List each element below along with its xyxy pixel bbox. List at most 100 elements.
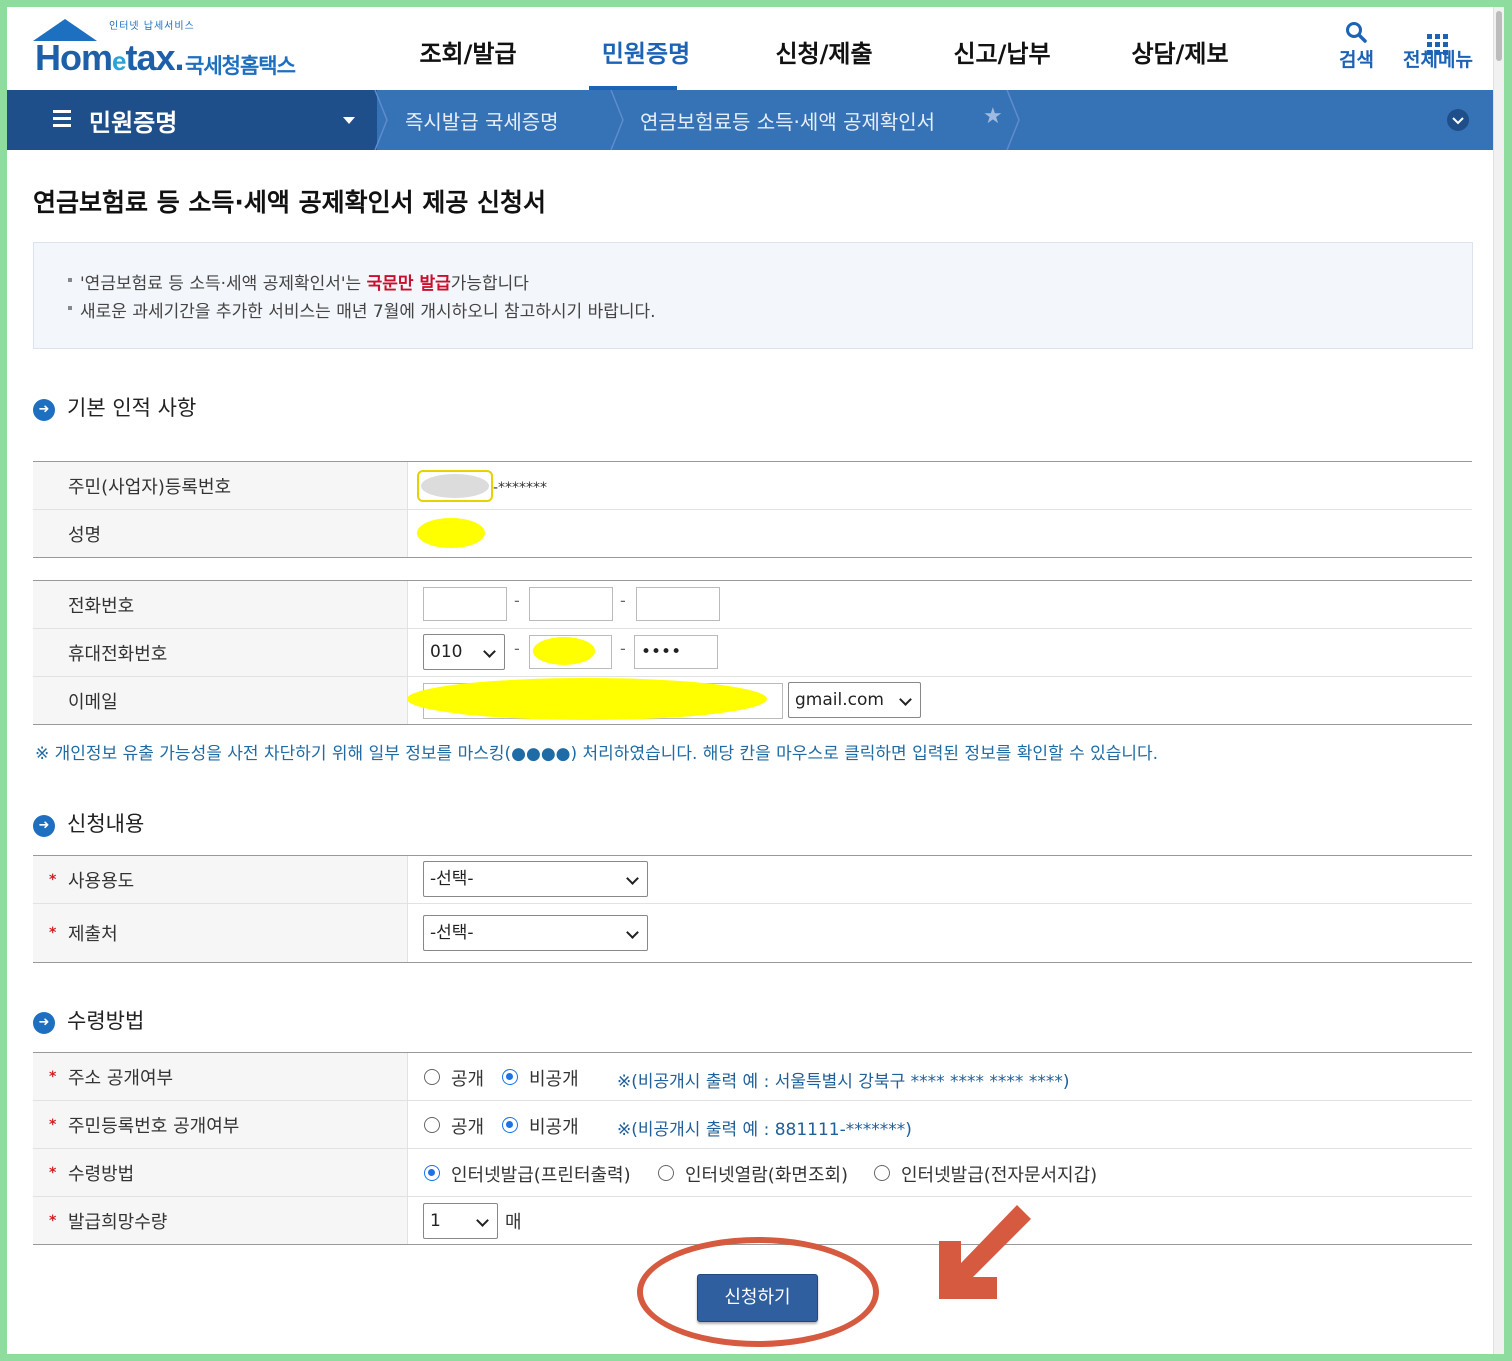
grid-menu-icon — [1403, 21, 1473, 55]
required-mark: * — [49, 1164, 57, 1181]
nav-consult[interactable]: 상담/제보 — [1091, 7, 1269, 90]
mobile-last-input[interactable]: •••• — [634, 635, 718, 669]
logo-subtitle: 인터넷 납세서비스 — [109, 21, 195, 32]
rrn-hint: ※(비공개시 출력 예 : 881111-*******) — [617, 1120, 912, 1140]
notice-line-2: 새로운 과세기간을 추가한 서비스는 매년 7월에 개시하오니 참고하시기 바랍… — [68, 297, 656, 322]
receive-table: * 주소 공개여부 공개 비공개 ※(비공개시 출력 예 : 서울특별시 강북구 … — [33, 1052, 1472, 1245]
category-menu[interactable]: 민원증명 — [7, 90, 377, 150]
method-print-text: 인터넷발급(프린터출력) — [451, 1165, 631, 1186]
page-title: 연금보험료 등 소득·세액 공제확인서 제공 신청서 — [33, 188, 547, 217]
rrn-label: 주민(사업자)등록번호 — [68, 476, 232, 498]
browser-viewport: 인터넷 납세서비스 Hometax. 국세청홈택스 조회/발급 민원증명 신청/… — [7, 7, 1504, 1354]
site-header: 인터넷 납세서비스 Hometax. 국세청홈택스 조회/발급 민원증명 신청/… — [7, 7, 1494, 90]
rrn-private-text: 비공개 — [529, 1117, 579, 1138]
rrn-suffix: -******* — [493, 480, 548, 496]
phone-area-input[interactable] — [423, 587, 507, 621]
search-tool[interactable]: 검색 — [1339, 21, 1374, 72]
table-row: 전화번호 - - — [33, 581, 1472, 629]
table-row: * 주민등록번호 공개여부 공개 비공개 ※(비공개시 출력 예 : 881111… — [33, 1101, 1472, 1149]
favorite-star-icon[interactable]: ★ — [983, 104, 1003, 129]
required-mark: * — [49, 925, 57, 941]
qty-select[interactable]: 1 — [423, 1203, 498, 1239]
table-row: 이메일 gmail.com — [33, 677, 1472, 724]
mobile-redaction — [533, 637, 595, 665]
annotation-arrow-icon — [939, 1205, 1031, 1299]
addr-hint: ※(비공개시 출력 예 : 서울특별시 강북구 **** **** **** *… — [617, 1072, 1070, 1092]
rrn-public-radio[interactable] — [424, 1117, 440, 1133]
all-menu-tool[interactable]: 전체메뉴 — [1403, 21, 1473, 72]
breadcrumb-divider — [1006, 90, 1020, 150]
main-nav: 조회/발급 민원증명 신청/제출 신고/납부 상담/제보 — [379, 7, 1269, 90]
notice-line-1: '연금보험료 등 소득·세액 공제확인서'는 국문만 발급가능합니다 — [68, 269, 529, 294]
notice-box: '연금보험료 등 소득·세액 공제확인서'는 국문만 발급가능합니다 새로운 과… — [33, 242, 1473, 349]
rrn-redaction — [421, 474, 489, 498]
rrn-public-label: 주민등록번호 공개여부 — [68, 1115, 240, 1137]
dash: - — [620, 639, 626, 658]
nav-inquiry[interactable]: 조회/발급 — [379, 7, 557, 90]
section-receive: ➜ 수령방법 — [33, 1005, 144, 1035]
name-label: 성명 — [68, 524, 102, 546]
hamburger-icon — [53, 110, 71, 131]
logo-korean: 국세청홈택스 — [185, 54, 296, 78]
required-mark: * — [49, 1116, 57, 1133]
table-row: * 수령방법 인터넷발급(프린터출력) 인터넷열람(화면조회) 인터넷발급(전자문… — [33, 1149, 1472, 1197]
name-redaction — [417, 518, 485, 548]
method-print-radio[interactable] — [424, 1165, 440, 1181]
required-mark: * — [49, 1068, 57, 1085]
table-row: * 제출처 -선택- — [33, 904, 1472, 962]
arrow-right-circle-icon: ➜ — [33, 399, 55, 421]
method-view-text: 인터넷열람(화면조회) — [685, 1165, 849, 1186]
purpose-label: 사용용도 — [68, 870, 135, 892]
phone-middle-input[interactable] — [529, 587, 613, 621]
dash: - — [514, 591, 520, 610]
vertical-scrollbar[interactable] — [1493, 7, 1504, 1354]
apply-button[interactable]: 신청하기 — [697, 1274, 818, 1322]
scrollbar-thumb[interactable] — [1496, 11, 1502, 61]
breadcrumb-divider — [610, 90, 624, 150]
request-table: * 사용용도 -선택- * 제출처 -선택- — [33, 855, 1472, 963]
rrn-public-text: 공개 — [451, 1117, 485, 1138]
email-domain-select[interactable]: gmail.com — [788, 682, 921, 718]
hometax-logo[interactable]: 인터넷 납세서비스 Hometax. 국세청홈택스 — [33, 17, 313, 81]
phone-last-input[interactable] — [636, 587, 720, 621]
table-row: * 사용용도 -선택- — [33, 856, 1472, 904]
addr-public-text: 공개 — [451, 1069, 485, 1090]
table-row: 성명 — [33, 510, 1472, 557]
qty-label: 발급희망수량 — [68, 1211, 168, 1233]
email-redaction — [407, 678, 767, 720]
addr-private-radio[interactable] — [502, 1069, 518, 1085]
rrn-private-radio[interactable] — [502, 1117, 518, 1133]
logo-brand: Hometax. — [35, 37, 185, 78]
breadcrumb-instant-issue[interactable]: 즉시발급 국세증명 — [405, 106, 559, 135]
mobile-prefix-select[interactable]: 010 — [423, 634, 505, 670]
purpose-select[interactable]: -선택- — [423, 861, 648, 897]
addr-public-radio[interactable] — [424, 1069, 440, 1085]
contact-table: 전화번호 - - 휴대전화번호 010 - - •••• 이메일 gmail.c… — [33, 580, 1472, 725]
method-label: 수령방법 — [68, 1163, 135, 1185]
method-wallet-radio[interactable] — [874, 1165, 890, 1181]
dash: - — [514, 639, 520, 658]
search-label: 검색 — [1339, 49, 1374, 71]
nav-report-pay[interactable]: 신고/납부 — [913, 7, 1091, 90]
chevron-down-icon[interactable] — [1447, 109, 1469, 131]
nav-apply[interactable]: 신청/제출 — [735, 7, 913, 90]
section-request: ➜ 신청내용 — [33, 808, 144, 838]
category-title: 민원증명 — [89, 109, 178, 137]
search-icon — [1339, 21, 1374, 45]
table-row: 주민(사업자)등록번호 -******* — [33, 462, 1472, 510]
all-menu-label: 전체메뉴 — [1403, 49, 1473, 71]
arrow-right-circle-icon: ➜ — [33, 815, 55, 837]
addr-public-label: 주소 공개여부 — [68, 1067, 174, 1089]
phone-label: 전화번호 — [68, 595, 135, 617]
qty-unit: 매 — [505, 1212, 522, 1233]
breadcrumb-current[interactable]: 연금보험료등 소득·세액 공제확인서 — [640, 106, 935, 135]
nav-certificates[interactable]: 민원증명 — [557, 7, 735, 90]
basic-info-table: 주민(사업자)등록번호 -******* 성명 — [33, 461, 1472, 558]
location-bar: 민원증명 즉시발급 국세증명 연금보험료등 소득·세액 공제확인서 ★ — [7, 90, 1504, 150]
submit-to-select[interactable]: -선택- — [423, 915, 648, 951]
submit-to-label: 제출처 — [68, 924, 118, 945]
table-row: * 주소 공개여부 공개 비공개 ※(비공개시 출력 예 : 서울특별시 강북구 … — [33, 1053, 1472, 1101]
masking-note: ※ 개인정보 유출 가능성을 사전 차단하기 위해 일부 정보를 마스킹(●●●… — [35, 744, 1159, 764]
method-view-radio[interactable] — [658, 1165, 674, 1181]
required-mark: * — [49, 1212, 57, 1229]
